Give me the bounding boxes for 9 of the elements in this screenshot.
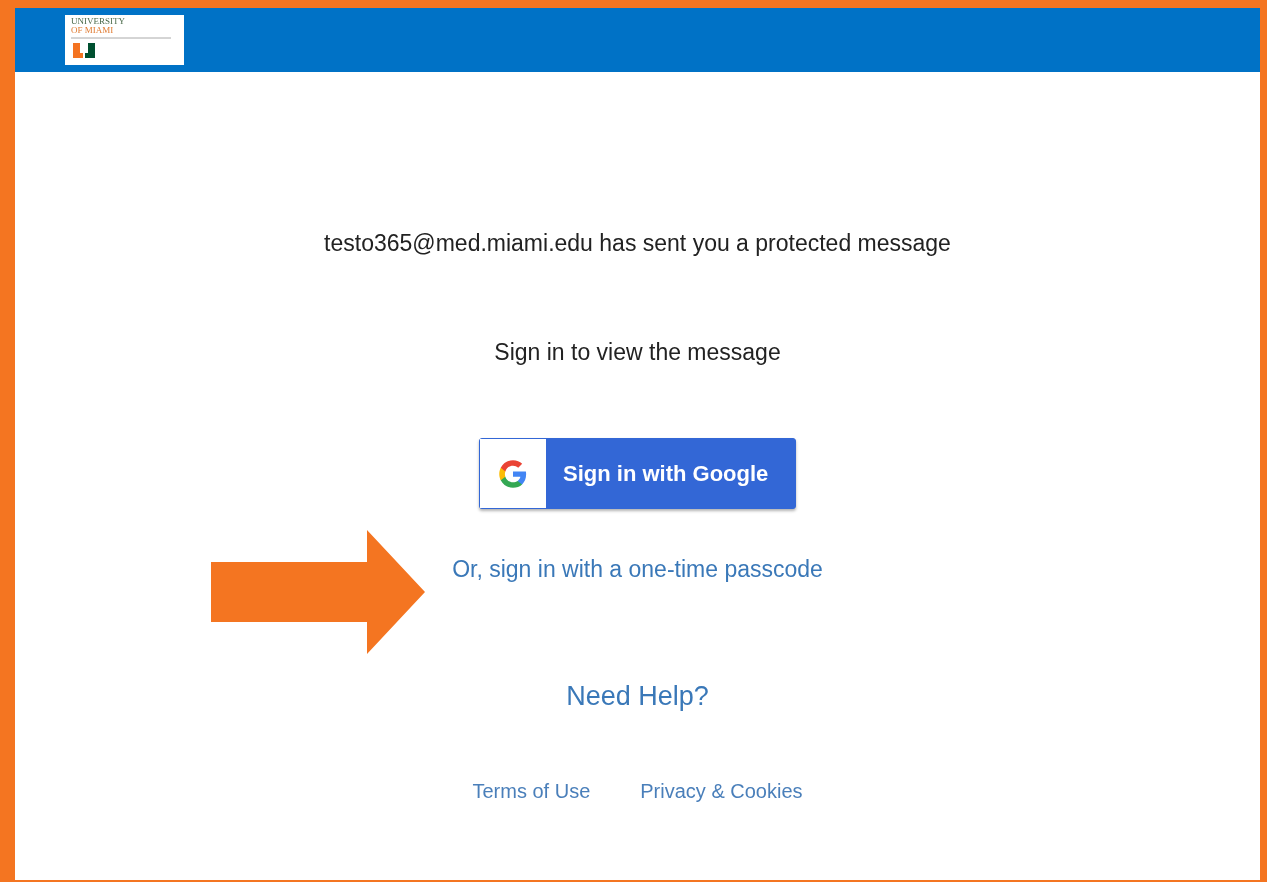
- instruction-text: Sign in to view the message: [494, 339, 781, 366]
- help-link[interactable]: Need Help?: [566, 681, 709, 712]
- logo-text: OF MIAMI: [71, 26, 115, 35]
- message-text: testo365@med.miami.edu has sent you a protected message: [324, 230, 951, 257]
- logo-text: UNIVERSITY: [71, 17, 126, 26]
- footer-link[interactable]: Privacy & Cookies: [640, 780, 803, 803]
- footer-link[interactable]: Terms of Use: [472, 780, 591, 803]
- google-sign-in-button[interactable]: Sign in with Google: [479, 438, 796, 509]
- passcode-link[interactable]: Or, sign in with a one-time passcode: [452, 556, 823, 583]
